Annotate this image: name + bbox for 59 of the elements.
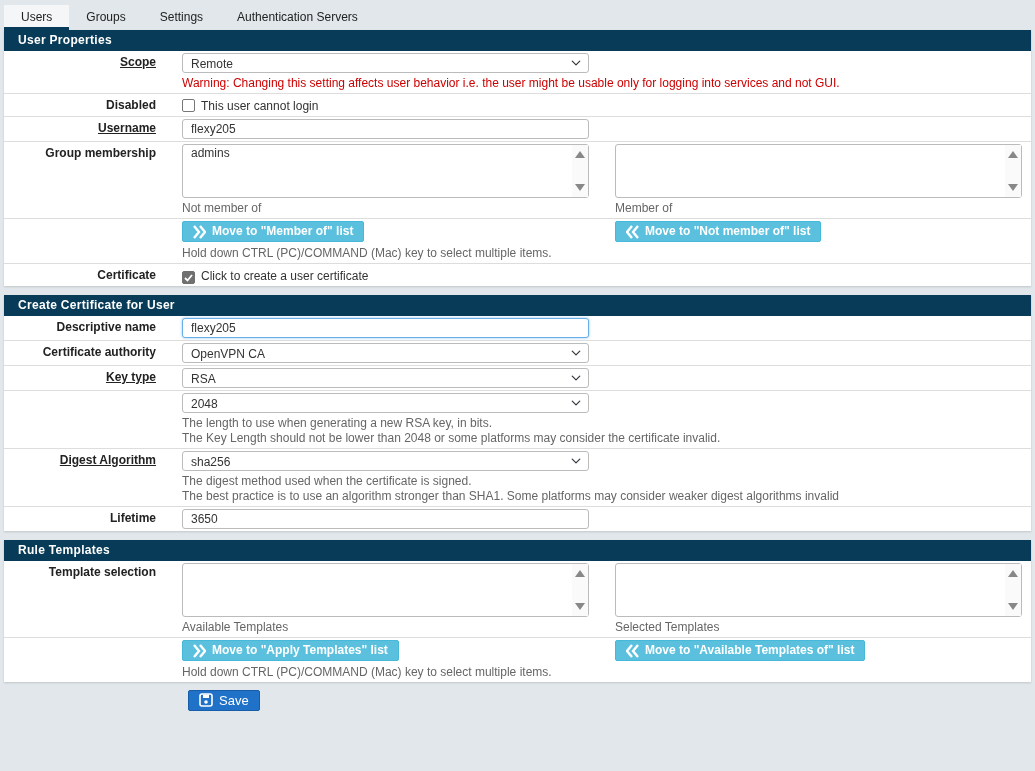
list-box[interactable]: admins — [182, 144, 589, 198]
checkbox-label: Click to create a user certificate — [201, 268, 369, 283]
text-field[interactable]: 3650 — [182, 509, 589, 529]
field-label: Disabled — [106, 98, 156, 112]
list-box[interactable] — [182, 563, 589, 617]
field-label: Group membership — [45, 146, 156, 160]
scroll-up-icon — [1008, 570, 1018, 577]
section-header: Rule Templates — [4, 540, 1031, 561]
checkbox[interactable] — [182, 271, 195, 284]
help-text: The Key Length should not be lower than 2048 or some platforms may consider the certificate invalid. — [182, 431, 722, 446]
select-field[interactable]: sha256 — [182, 451, 589, 471]
section-header: User Properties — [4, 30, 1031, 51]
field-label-link[interactable]: Key type — [105, 370, 156, 384]
scroll-down-icon — [575, 184, 585, 191]
list-caption: Available Templates — [182, 620, 290, 635]
list-option[interactable]: admins — [191, 146, 564, 161]
select-field[interactable]: RSA — [182, 368, 589, 388]
scroll-down-icon — [1008, 184, 1018, 191]
select-field[interactable]: 2048 — [182, 393, 589, 413]
help-text: Hold down CTRL (PC)/COMMAND (Mac) key to select multiple items. — [182, 245, 553, 261]
text-field[interactable]: flexy205 — [182, 318, 589, 338]
tab[interactable]: Users — [4, 5, 70, 30]
list-caption: Not member of — [182, 201, 263, 216]
save-button[interactable]: Save — [188, 689, 260, 711]
field-label-link[interactable]: Digest Algorithm — [59, 453, 156, 467]
list-box[interactable] — [615, 144, 1022, 198]
scroll-up-icon — [575, 570, 585, 577]
tab[interactable]: Authentication Servers — [220, 5, 375, 30]
tab[interactable]: Settings — [142, 5, 221, 30]
field-label: Template selection — [48, 565, 156, 579]
help-text: The digest method used when the certificate is signed. — [182, 474, 473, 489]
double-chevron-right-icon — [193, 643, 206, 658]
help-text: The length to use when generating a new RSA key, in bits. — [182, 416, 493, 431]
field-label: Descriptive name — [56, 320, 156, 334]
field-label-link[interactable]: Scope — [120, 55, 156, 69]
scroll-down-icon — [575, 603, 585, 610]
double-chevron-left-icon — [626, 643, 639, 658]
text-field[interactable]: flexy205 — [182, 119, 589, 139]
double-chevron-left-icon — [626, 224, 639, 239]
help-text: The best practice is to use an algorithm stronger than SHA1. Some platforms may consider weaker digest algorithms invalid — [182, 489, 840, 504]
list-caption: Selected Templates — [615, 620, 721, 635]
select-field[interactable]: Remote — [182, 53, 589, 73]
field-label: Certificate — [97, 267, 156, 282]
double-chevron-right-icon — [193, 224, 206, 239]
scroll-up-icon — [575, 151, 585, 158]
checkbox[interactable] — [182, 99, 195, 112]
field-label: Certificate authority — [42, 345, 156, 359]
section-header: Create Certificate for User — [4, 295, 1031, 316]
select-field[interactable]: OpenVPN CA — [182, 343, 589, 363]
list-box[interactable] — [615, 563, 1022, 617]
tab[interactable]: Groups — [69, 5, 143, 30]
help-text: Hold down CTRL (PC)/COMMAND (Mac) key to select multiple items. — [182, 664, 553, 680]
field-label-link[interactable]: Username — [97, 121, 156, 135]
warning-text: Warning: Changing this setting affects user behavior i.e. the user might be usable only for logging into services and not GUI. — [182, 76, 841, 91]
checkbox-label: This user cannot login — [201, 99, 319, 113]
scroll-down-icon — [1008, 603, 1018, 610]
field-label: Lifetime — [110, 511, 156, 525]
scroll-up-icon — [1008, 151, 1018, 158]
list-caption: Member of — [615, 201, 674, 216]
